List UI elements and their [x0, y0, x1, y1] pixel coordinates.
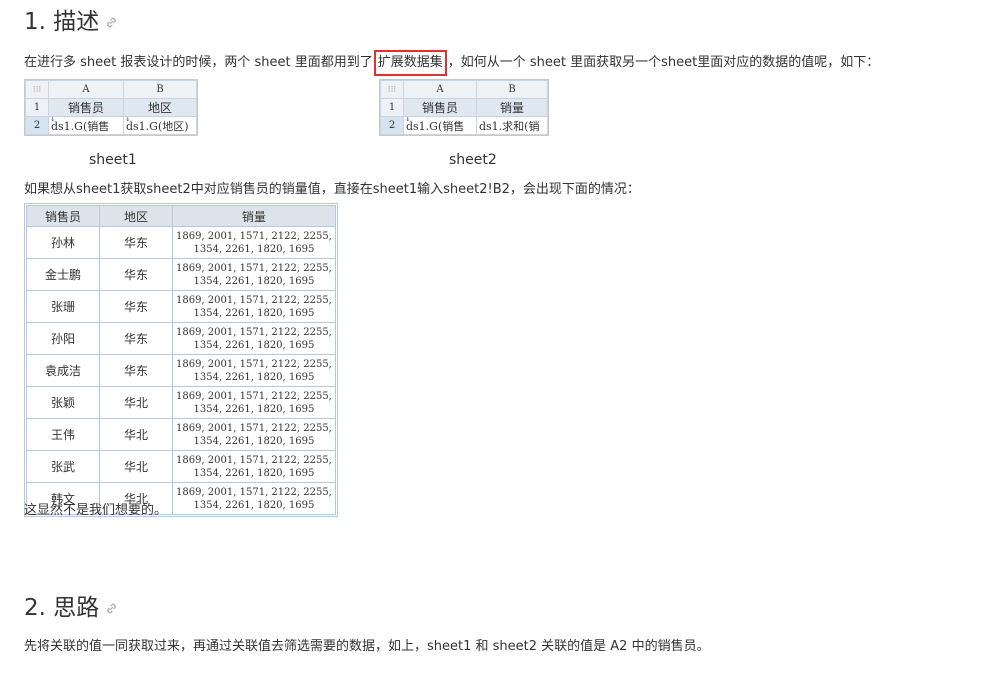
expand-down-icon: ↓ — [49, 116, 57, 125]
cell: 地区 — [123, 98, 197, 117]
expand-down-icon: ↓ — [124, 116, 132, 125]
sales-cell: 1869, 2001, 1571, 2122, 2255, 1354, 2261,… — [172, 226, 336, 259]
salesperson-cell: 袁成洁 — [26, 354, 100, 387]
cell-text: ds1.G(销售 — [406, 119, 465, 133]
sales-cell: 1869, 2001, 1571, 2122, 2255, 1354, 2261,… — [172, 450, 336, 483]
sales-line: 1869, 2001, 1571, 2122, 2255, — [176, 486, 332, 498]
heading-text: 1. 描述 — [24, 9, 100, 35]
sales-line: 1869, 2001, 1571, 2122, 2255, — [176, 326, 332, 338]
sales-line: 1354, 2261, 1820, 1695 — [193, 435, 315, 447]
region-cell: 华东 — [99, 258, 173, 291]
grid-icon: ⁝⁝⁝ — [25, 80, 49, 99]
row-header: 1 — [380, 98, 404, 117]
column-header: A — [403, 80, 477, 99]
sheet2-snippet: ⁝⁝⁝ A B 1 销售员 销量 2 ↓ ds1.G(销售 ds1.求和(销 — [379, 79, 549, 136]
sales-cell: 1869, 2001, 1571, 2122, 2255, 1354, 2261,… — [172, 418, 336, 451]
sales-cell: 1869, 2001, 1571, 2122, 2255, 1354, 2261,… — [172, 258, 336, 291]
sales-cell: 1869, 2001, 1571, 2122, 2255, 1354, 2261,… — [172, 290, 336, 323]
grid-icon: ⁝⁝⁝ — [380, 80, 404, 99]
formula-cell: ↓ ds1.G(地区) — [123, 116, 197, 135]
region-cell: 华东 — [99, 226, 173, 259]
sales-line: 1869, 2001, 1571, 2122, 2255, — [176, 358, 332, 370]
salesperson-cell: 张颖 — [26, 386, 100, 419]
sales-line: 1869, 2001, 1571, 2122, 2255, — [176, 454, 332, 466]
region-cell: 华东 — [99, 290, 173, 323]
table-header-row: 销售员 地区 销量 — [26, 205, 336, 227]
section-heading-description: 1. 描述 — [24, 8, 118, 36]
table-row: 孙林 华东 1869, 2001, 1571, 2122, 2255, 1354, 2… — [26, 226, 336, 259]
column-header: B — [476, 80, 548, 99]
sales-cell: 1869, 2001, 1571, 2122, 2255, 1354, 2261,… — [172, 322, 336, 355]
result-table: 销售员 地区 销量 孙林 华东 1869, 2001, 1571, 2122, 22… — [24, 203, 338, 517]
section-heading-approach: 2. 思路 — [24, 594, 118, 622]
table-row: 张珊 华东 1869, 2001, 1571, 2122, 2255, 1354, 2… — [26, 290, 336, 323]
row-header: 1 — [25, 98, 49, 117]
intro-text-after: ，如何从一个 sheet 里面获取另一个sheet里面对应的数据的值呢，如下： — [447, 55, 880, 70]
sheet1-caption: sheet1 — [89, 152, 137, 168]
sales-line: 1354, 2261, 1820, 1695 — [193, 371, 315, 383]
sales-line: 1354, 2261, 1820, 1695 — [193, 403, 315, 415]
sales-cell: 1869, 2001, 1571, 2122, 2255, 1354, 2261,… — [172, 482, 336, 515]
salesperson-cell: 张珊 — [26, 290, 100, 323]
region-cell: 华北 — [99, 450, 173, 483]
region-cell: 华东 — [99, 354, 173, 387]
sales-line: 1354, 2261, 1820, 1695 — [193, 499, 315, 511]
highlighted-term: 扩展数据集 — [373, 50, 447, 76]
row-header: 2 — [25, 116, 49, 135]
salesperson-cell: 孙阳 — [26, 322, 100, 355]
question-paragraph: 如果想从sheet1获取sheet2中对应销售员的销量值，直接在sheet1输入… — [24, 182, 640, 197]
region-cell: 华北 — [99, 418, 173, 451]
table-row: 张武 华北 1869, 2001, 1571, 2122, 2255, 1354, 2… — [26, 450, 336, 483]
cell-text: ds1.G(地区) — [126, 119, 189, 133]
sales-cell: 1869, 2001, 1571, 2122, 2255, 1354, 2261,… — [172, 354, 336, 387]
salesperson-cell: 张武 — [26, 450, 100, 483]
anchor-link-icon[interactable] — [105, 16, 118, 29]
sales-line: 1354, 2261, 1820, 1695 — [193, 275, 315, 287]
column-header: 销量 — [172, 205, 336, 227]
expand-down-icon: ↓ — [404, 116, 412, 125]
sales-line: 1354, 2261, 1820, 1695 — [193, 339, 315, 351]
salesperson-cell: 孙林 — [26, 226, 100, 259]
sales-line: 1869, 2001, 1571, 2122, 2255, — [176, 390, 332, 402]
column-header: A — [48, 80, 124, 99]
cell: 销售员 — [48, 98, 124, 117]
cell: 销量 — [476, 98, 548, 117]
sheet1-snippet: ⁝⁝⁝ A B 1 销售员 地区 2 ↓ ds1.G(销售 ↓ ds1.G(地区) — [24, 79, 198, 136]
formula-cell: ↓ ds1.G(销售 — [48, 116, 124, 135]
sales-cell: 1869, 2001, 1571, 2122, 2255, 1354, 2261,… — [172, 386, 336, 419]
sales-line: 1869, 2001, 1571, 2122, 2255, — [176, 230, 332, 242]
table-row: 张颖 华北 1869, 2001, 1571, 2122, 2255, 1354, 2… — [26, 386, 336, 419]
cell-text: ds1.求和(销 — [479, 119, 540, 133]
row-header: 2 — [380, 116, 404, 135]
sales-line: 1354, 2261, 1820, 1695 — [193, 467, 315, 479]
table-row: 金士鹏 华东 1869, 2001, 1571, 2122, 2255, 1354, … — [26, 258, 336, 291]
approach-paragraph: 先将关联的值一同获取过来，再通过关联值去筛选需要的数据，如上，sheet1 和 … — [24, 639, 710, 654]
region-cell: 华北 — [99, 386, 173, 419]
heading-text: 2. 思路 — [24, 595, 100, 621]
intro-text-before: 在进行多 sheet 报表设计的时候，两个 sheet 里面都用到了 — [24, 55, 373, 70]
table-row: 孙阳 华东 1869, 2001, 1571, 2122, 2255, 1354, 2… — [26, 322, 336, 355]
sales-line: 1869, 2001, 1571, 2122, 2255, — [176, 294, 332, 306]
intro-paragraph: 在进行多 sheet 报表设计的时候，两个 sheet 里面都用到了 扩展数据集，… — [24, 50, 879, 76]
sales-line: 1354, 2261, 1820, 1695 — [193, 307, 315, 319]
table-row: 王伟 华北 1869, 2001, 1571, 2122, 2255, 1354, 2… — [26, 418, 336, 451]
salesperson-cell: 王伟 — [26, 418, 100, 451]
formula-cell: ↓ ds1.G(销售 — [403, 116, 477, 135]
table-row: 袁成洁 华东 1869, 2001, 1571, 2122, 2255, 1354, … — [26, 354, 336, 387]
column-header: B — [123, 80, 197, 99]
conclusion-text: 这显然不是我们想要的。 — [24, 503, 168, 518]
region-cell: 华东 — [99, 322, 173, 355]
column-header: 销售员 — [26, 205, 100, 227]
anchor-link-icon[interactable] — [105, 602, 118, 615]
formula-cell: ds1.求和(销 — [476, 116, 548, 135]
column-header: 地区 — [99, 205, 173, 227]
salesperson-cell: 金士鹏 — [26, 258, 100, 291]
sheet2-caption: sheet2 — [449, 152, 497, 168]
sales-line: 1869, 2001, 1571, 2122, 2255, — [176, 262, 332, 274]
sales-line: 1354, 2261, 1820, 1695 — [193, 243, 315, 255]
cell: 销售员 — [403, 98, 477, 117]
sales-line: 1869, 2001, 1571, 2122, 2255, — [176, 422, 332, 434]
cell-text: ds1.G(销售 — [51, 119, 110, 133]
